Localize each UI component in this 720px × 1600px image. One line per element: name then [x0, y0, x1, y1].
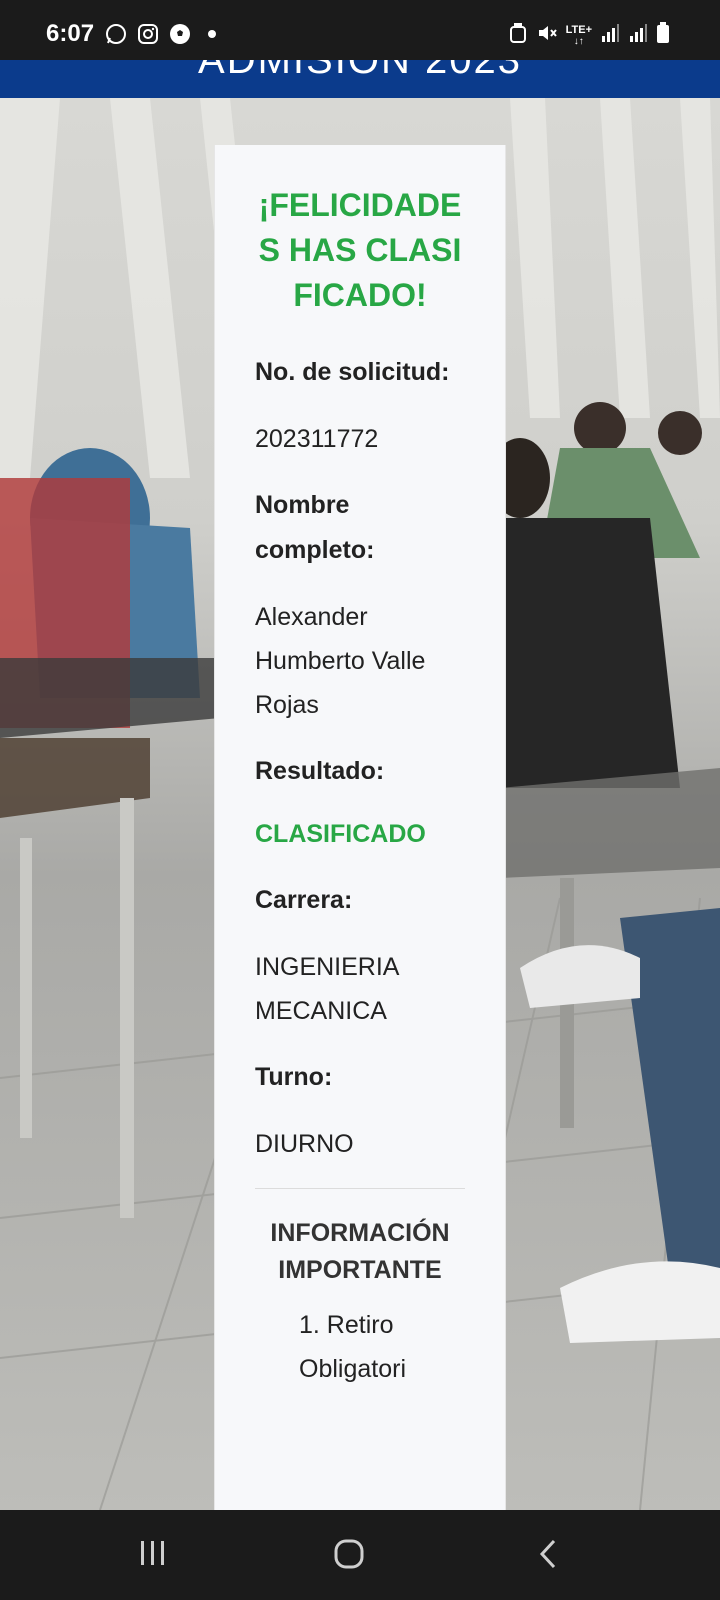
lte-plus-icon: LTE+ ↓↑ — [565, 23, 592, 47]
full-name-value: Alexander Humberto Valle Rojas — [255, 603, 426, 719]
signal-icon — [600, 23, 620, 48]
career-value: INGENIERIA MECANICA — [255, 953, 399, 1025]
success-headline: ¡FELICIDADES HAS CLASIFICADO! — [258, 187, 462, 313]
alarm-icon — [508, 22, 528, 49]
back-icon[interactable] — [536, 1538, 560, 1575]
soccer-ball-icon — [168, 22, 192, 51]
status-bar: 6:07 LTE+ ↓↑ — [0, 0, 720, 60]
shift-label: Turno: — [255, 1063, 333, 1091]
battery-icon — [656, 22, 670, 49]
important-info-title: INFORMACIÓN IMPORTANTE — [270, 1219, 450, 1284]
navigation-bar — [0, 1510, 720, 1600]
mute-icon — [536, 22, 558, 49]
recent-apps-icon[interactable] — [138, 1538, 168, 1573]
info-list-item: 1. Retiro Obligatori — [299, 1311, 406, 1383]
status-time: 6:07 — [46, 20, 95, 47]
whatsapp-icon — [104, 22, 128, 51]
request-number-label: No. de solicitud: — [255, 358, 450, 386]
instagram-icon — [136, 22, 160, 51]
section-divider — [255, 1188, 465, 1189]
home-icon[interactable] — [333, 1538, 365, 1575]
info-list-item-text: Retiro Obligatori — [299, 1311, 406, 1383]
site-header: ADMISIÓN 2023 — [0, 60, 720, 98]
signal-icon — [628, 23, 648, 48]
result-card: ¡FELICIDADES HAS CLASIFICADO! No. de sol… — [214, 145, 506, 1510]
shift-value: DIURNO — [255, 1130, 354, 1158]
network-label: LTE+ — [565, 23, 592, 36]
result-value: CLASIFICADO — [255, 820, 426, 848]
page-title: ADMISIÓN 2023 — [198, 60, 522, 82]
full-name-label: Nombre completo: — [255, 491, 375, 564]
dot-icon — [200, 22, 224, 51]
career-label: Carrera: — [255, 886, 353, 914]
request-number-value: 202311772 — [255, 425, 379, 453]
result-label: Resultado: — [255, 757, 385, 785]
